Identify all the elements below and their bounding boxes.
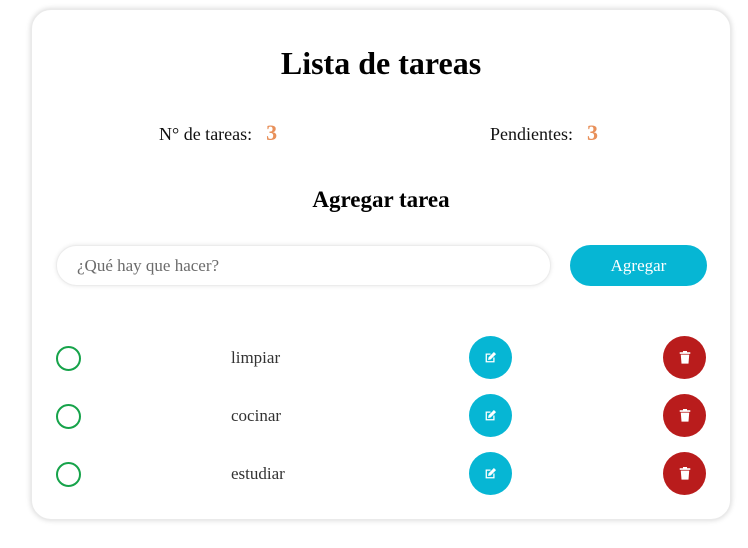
pencil-square-icon	[485, 467, 497, 479]
edit-task-button[interactable]	[469, 452, 512, 495]
task-count-value: 3	[266, 120, 278, 145]
pending-count-stat: Pendientes: 3	[490, 120, 598, 150]
task-label: cocinar	[231, 406, 282, 425]
delete-task-button[interactable]	[663, 394, 706, 437]
new-task-input[interactable]	[56, 245, 551, 286]
task-row: limpiar	[32, 336, 732, 380]
pending-count-label: Pendientes:	[490, 124, 573, 144]
task-label: estudiar	[231, 464, 285, 483]
task-row: estudiar	[32, 452, 732, 496]
edit-task-button[interactable]	[469, 336, 512, 379]
task-complete-checkbox[interactable]	[56, 462, 81, 487]
task-complete-checkbox[interactable]	[56, 404, 81, 429]
add-task-button[interactable]: Agregar	[570, 245, 707, 286]
delete-task-button[interactable]	[663, 336, 706, 379]
trash-icon	[679, 409, 690, 422]
task-count-label: N° de tareas:	[159, 124, 253, 144]
add-task-heading: Agregar tarea	[312, 187, 450, 212]
trash-icon	[679, 351, 690, 364]
pending-count-value: 3	[587, 120, 598, 145]
task-count-stat: N° de tareas: 3	[159, 120, 277, 150]
delete-task-button[interactable]	[663, 452, 706, 495]
task-complete-checkbox[interactable]	[56, 346, 81, 371]
pencil-square-icon	[485, 351, 497, 363]
todo-card: Lista de tareas N° de tareas: 3 Pendient…	[31, 9, 731, 520]
page-title: Lista de tareas	[280, 45, 482, 81]
task-label: limpiar	[231, 348, 281, 367]
task-row: cocinar	[32, 394, 732, 438]
pencil-square-icon	[485, 409, 497, 421]
trash-icon	[679, 467, 690, 480]
edit-task-button[interactable]	[469, 394, 512, 437]
